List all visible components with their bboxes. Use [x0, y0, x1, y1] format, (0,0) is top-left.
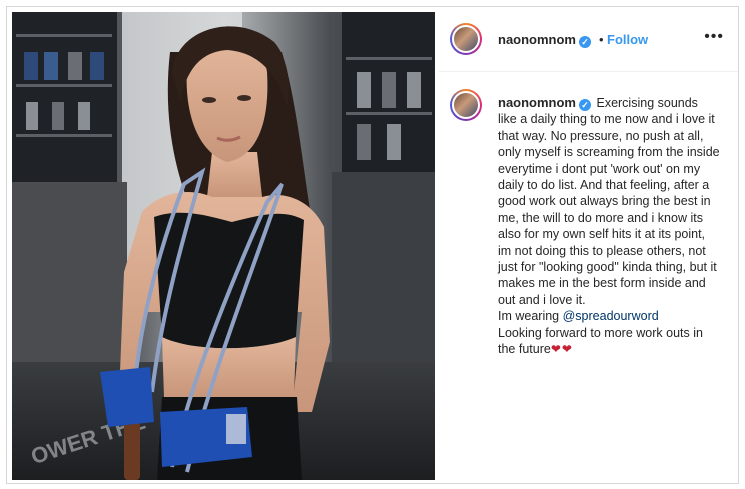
post-header: naonomnom ✓ • Follow •••: [439, 7, 738, 72]
verified-badge-icon: ✓: [579, 99, 591, 111]
caption-avatar[interactable]: [450, 89, 482, 121]
caption-username-link[interactable]: naonomnom ✓: [498, 95, 591, 111]
username-text: naonomnom: [498, 32, 576, 47]
wearing-prefix: Im wearing: [498, 309, 563, 324]
separator-dot: •: [599, 32, 604, 47]
verified-badge-icon: ✓: [579, 36, 591, 48]
gym-photo-illustration: OWER THE: [12, 12, 435, 480]
caption-text: naonomnom ✓ Exercising sounds like a dail…: [498, 95, 720, 358]
post-photo[interactable]: OWER THE: [12, 12, 435, 480]
mention-link[interactable]: @spreadourword: [563, 309, 659, 323]
username-link[interactable]: naonomnom ✓: [498, 32, 591, 48]
more-options-icon[interactable]: •••: [704, 28, 724, 46]
caption-closing: Looking forward to more work outs in the…: [498, 325, 703, 357]
follow-button[interactable]: Follow: [607, 32, 648, 47]
heart-emoji-icon: ❤❤: [550, 342, 573, 357]
caption-username-text: naonomnom: [498, 95, 576, 110]
avatar[interactable]: [450, 23, 482, 55]
post-container: OWER THE naonomnom ✓ • Follow ••• naonom…: [6, 6, 739, 484]
post-sidebar: naonomnom ✓ • Follow ••• naonomnom ✓ Exerc…: [439, 7, 738, 483]
caption-body: Exercising sounds like a daily thing to …: [498, 96, 720, 307]
